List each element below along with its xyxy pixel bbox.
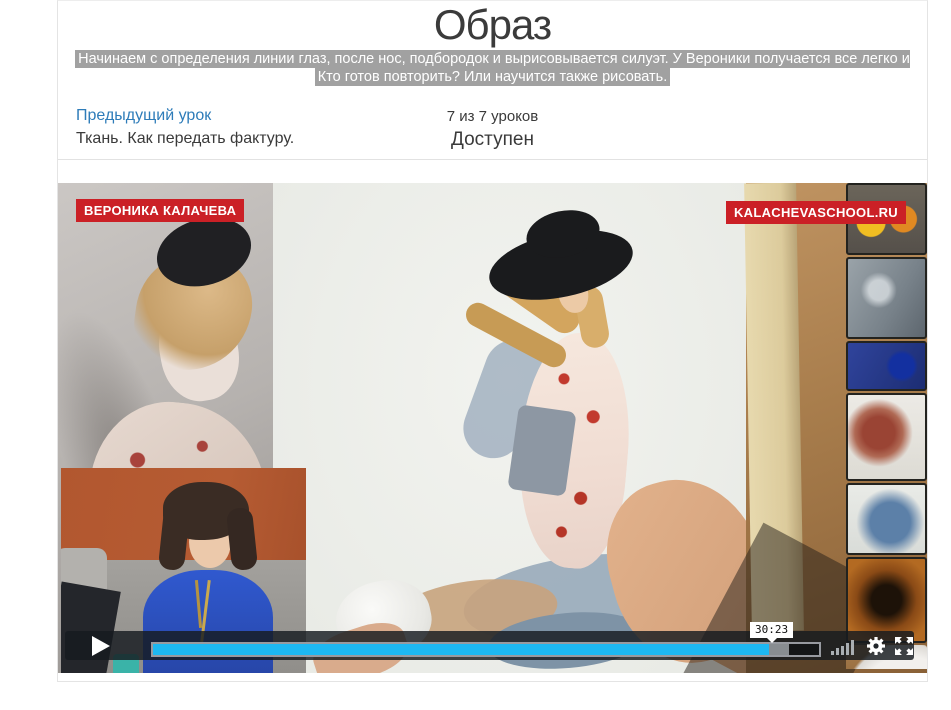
settings-button[interactable] bbox=[865, 635, 887, 657]
lesson-description-line2: Кто готов повторить? Или научится также … bbox=[58, 68, 927, 86]
play-button[interactable] bbox=[65, 631, 143, 660]
palette-blue-pans bbox=[846, 341, 927, 391]
header-divider bbox=[58, 159, 927, 160]
page-title: Образ bbox=[58, 1, 927, 49]
palette-gray-pans bbox=[846, 257, 927, 339]
gear-icon bbox=[865, 635, 887, 657]
author-badge: ВЕРОНИКА КАЛАЧЕВА bbox=[76, 199, 244, 222]
volume-button[interactable] bbox=[831, 638, 859, 655]
fullscreen-button[interactable] bbox=[895, 637, 913, 655]
volume-bars-icon bbox=[831, 651, 834, 655]
lesson-card: Образ Начинаем с определения линии глаз,… bbox=[57, 0, 928, 682]
school-url-badge: KALACHEVASCHOOL.RU bbox=[726, 201, 906, 224]
lesson-status: Доступен bbox=[58, 129, 927, 151]
progress-bar[interactable] bbox=[151, 642, 821, 657]
time-tooltip: 30:23 bbox=[750, 622, 793, 638]
fullscreen-icon bbox=[895, 637, 913, 655]
mixing-tray-red bbox=[846, 393, 927, 481]
paint-palette bbox=[846, 183, 927, 669]
painting-gray-patch bbox=[507, 404, 576, 496]
mixing-tray-blue bbox=[846, 483, 927, 555]
video-player[interactable]: ВЕРОНИКА КАЛАЧЕВА KALACHEVASCHOOL.RU 30:… bbox=[58, 183, 927, 673]
play-icon bbox=[92, 636, 110, 656]
presenter-hair-right bbox=[226, 507, 258, 571]
lesson-progress-count: 7 из 7 уроков bbox=[58, 108, 927, 125]
progress-fill bbox=[153, 644, 769, 655]
